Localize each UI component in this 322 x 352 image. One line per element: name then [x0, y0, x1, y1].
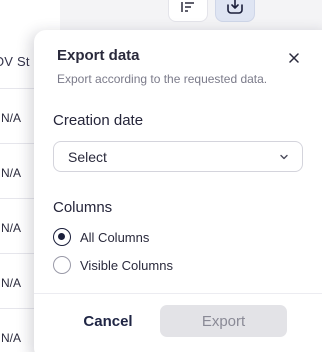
export-download-icon — [227, 0, 243, 14]
radio-label-all-columns: All Columns — [80, 229, 150, 245]
radio-label-visible-columns: Visible Columns — [80, 257, 173, 273]
footer-divider — [34, 293, 322, 294]
dialog-title: Export data — [57, 47, 140, 64]
close-icon — [289, 53, 299, 63]
radio-button-checked[interactable] — [53, 228, 71, 246]
radio-visible-columns[interactable]: Visible Columns — [53, 256, 173, 274]
export-submit-button[interactable]: Export — [160, 305, 287, 337]
creation-date-value: Select — [68, 148, 107, 165]
screen: OV St N/A N/A N/A N/A N/A Export data Ex… — [0, 0, 322, 352]
chevron-down-icon — [280, 154, 288, 160]
dialog-subtitle: Export according to the requested data. — [57, 72, 268, 86]
close-button[interactable] — [286, 50, 302, 66]
radio-all-columns[interactable]: All Columns — [53, 228, 149, 246]
cancel-button[interactable]: Cancel — [68, 305, 148, 337]
radio-button[interactable] — [53, 256, 71, 274]
creation-date-label: Creation date — [53, 112, 144, 129]
sort-button[interactable] — [168, 0, 208, 22]
creation-date-select[interactable]: Select — [53, 141, 303, 172]
sort-lines-icon — [181, 2, 194, 12]
export-button[interactable] — [215, 0, 255, 22]
export-data-dialog: Export data Export according to the requ… — [34, 30, 322, 352]
columns-label: Columns — [53, 199, 113, 216]
column-header-ov-status: OV St — [0, 54, 30, 69]
